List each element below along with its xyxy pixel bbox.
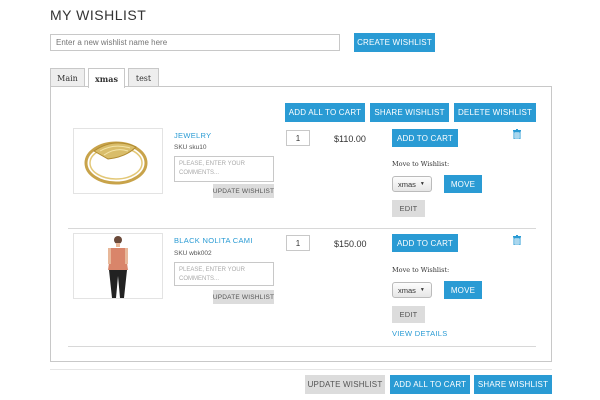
tab-main[interactable]: Main (50, 68, 85, 87)
item-update-wishlist-button[interactable]: UPDATE WISHLIST (213, 290, 274, 304)
product-name-cami[interactable]: BLACK NOLITA CAMI (174, 236, 253, 245)
comment-textarea[interactable]: PLEASE, ENTER YOUR COMMENTS... (174, 156, 274, 182)
panel-share-wishlist-button[interactable]: SHARE WISHLIST (370, 103, 449, 122)
edit-button[interactable]: EDIT (392, 200, 425, 217)
product-name-jewelry[interactable]: JEWELRY (174, 131, 211, 140)
chevron-down-icon: ▼ (419, 287, 425, 293)
item-price: $110.00 (334, 134, 366, 144)
create-wishlist-button[interactable]: CREATE WISHLIST (354, 33, 435, 52)
move-to-wishlist-label: Move to Wishlist: (392, 266, 450, 274)
page-title: MY WISHLIST (50, 7, 147, 23)
item-divider (68, 346, 536, 347)
add-to-cart-button[interactable]: ADD TO CART (392, 234, 458, 252)
move-button[interactable]: MOVE (444, 175, 482, 193)
product-sku: SKU wbk002 (174, 250, 212, 257)
quantity-input[interactable]: 1 (286, 235, 310, 251)
footer-divider (50, 369, 552, 370)
delete-wishlist-button[interactable]: DELETE WISHLIST (454, 103, 536, 122)
tab-test[interactable]: test (128, 68, 159, 87)
comment-textarea[interactable]: PLEASE, ENTER YOUR COMMENTS... (174, 262, 274, 286)
move-to-wishlist-label: Move to Wishlist: (392, 160, 450, 168)
item-divider (68, 228, 536, 229)
quantity-input[interactable]: 1 (286, 130, 310, 146)
product-image-jewelry[interactable] (73, 128, 163, 194)
move-wishlist-select[interactable]: xmas ▼ (392, 176, 432, 192)
select-value: xmas (398, 179, 416, 189)
view-details-link[interactable]: VIEW DETAILS (392, 329, 448, 338)
new-wishlist-name-input[interactable] (50, 34, 340, 51)
select-value: xmas (398, 285, 416, 295)
product-sku: SKU sku10 (174, 144, 207, 151)
add-to-cart-button[interactable]: ADD TO CART (392, 129, 458, 147)
footer-update-wishlist-button[interactable]: UPDATE WISHLIST (305, 375, 385, 394)
move-button[interactable]: MOVE (444, 281, 482, 299)
trash-icon[interactable] (513, 129, 521, 139)
footer-add-all-to-cart-button[interactable]: ADD ALL TO CART (390, 375, 470, 394)
move-wishlist-select[interactable]: xmas ▼ (392, 282, 432, 298)
chevron-down-icon: ▼ (419, 181, 425, 187)
panel-add-all-to-cart-button[interactable]: ADD ALL TO CART (285, 103, 365, 122)
trash-icon[interactable] (513, 235, 521, 245)
item-price: $150.00 (334, 239, 367, 249)
tab-xmas[interactable]: xmas (88, 68, 125, 88)
bracelet-image (84, 141, 148, 185)
footer-share-wishlist-button[interactable]: SHARE WISHLIST (474, 375, 552, 394)
model-image (108, 236, 128, 298)
edit-button[interactable]: EDIT (392, 306, 425, 323)
product-image-cami[interactable] (73, 233, 163, 299)
item-update-wishlist-button[interactable]: UPDATE WISHLIST (213, 184, 274, 198)
